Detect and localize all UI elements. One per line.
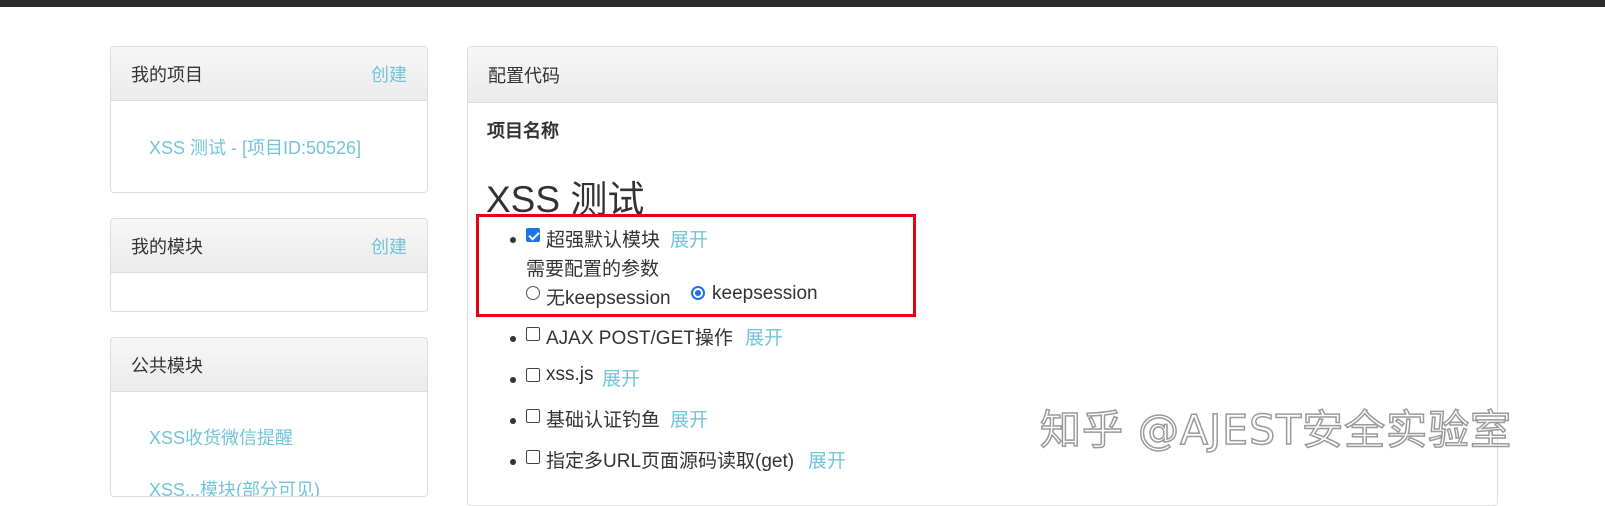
expand-link-default[interactable]: 展开 [670, 225, 708, 252]
list-bullet [510, 377, 516, 383]
module-label-default: 超强默认模块 [546, 230, 661, 251]
module-checkbox-multi-url[interactable] [526, 450, 540, 464]
module-label-xssjs: xss.js [546, 364, 594, 385]
create-module-link[interactable]: 创建 [371, 233, 407, 259]
my-projects-panel: 我的项目 创建 XSS 测试 - [项目ID:50526] [110, 46, 428, 193]
radio-label-no-keepsession: 无keepsession [546, 288, 671, 309]
module-label-ajax: AJAX POST/GET操作 [546, 328, 733, 349]
my-modules-header: 我的模块 创建 [111, 219, 427, 273]
radio-no-keepsession[interactable] [526, 286, 540, 300]
list-bullet [510, 418, 516, 424]
my-projects-header: 我的项目 创建 [111, 47, 427, 101]
top-navbar [0, 0, 1605, 7]
expand-link-multi-url[interactable]: 展开 [808, 446, 846, 473]
module-label-multi-url: 指定多URL页面源码读取(get) [546, 451, 795, 472]
public-module-link-wechat-alert[interactable]: XSS收货微信提醒 [149, 424, 389, 450]
module-checkbox-xssjs[interactable] [526, 368, 540, 382]
module-checkbox-default[interactable] [526, 228, 540, 242]
radio-label-keepsession: keepsession [712, 283, 818, 304]
params-label: 需要配置的参数 [526, 259, 660, 280]
watermark-text: 知乎 @AJEST安全实验室 [1039, 405, 1513, 455]
module-label-basic-auth: 基础认证钓鱼 [546, 410, 661, 431]
module-checkbox-basic-auth[interactable] [526, 409, 540, 423]
expand-link-ajax[interactable]: 展开 [745, 323, 783, 350]
expand-link-xssjs[interactable]: 展开 [602, 364, 640, 391]
project-name-label: 项目名称 [487, 121, 559, 141]
list-bullet [510, 459, 516, 465]
configure-code-title: 配置代码 [488, 65, 560, 86]
my-projects-title: 我的项目 [131, 64, 203, 85]
expand-link-basic-auth[interactable]: 展开 [670, 405, 708, 432]
radio-keepsession[interactable] [691, 286, 705, 300]
public-module-link-partial[interactable]: XSS...模块(部分可见) [149, 476, 389, 496]
create-project-link[interactable]: 创建 [371, 61, 407, 87]
public-modules-header: 公共模块 [111, 338, 427, 392]
my-projects-body: XSS 测试 - [项目ID:50526] [111, 101, 427, 192]
my-modules-title: 我的模块 [131, 236, 203, 257]
configure-code-header: 配置代码 [468, 47, 1497, 103]
list-bullet [510, 336, 516, 342]
list-bullet [510, 237, 516, 243]
public-modules-panel: 公共模块 XSS收货微信提醒 XSS...模块(部分可见) [110, 337, 428, 497]
project-link-xss-test[interactable]: XSS 测试 - [项目ID:50526] [149, 138, 361, 158]
public-modules-body: XSS收货微信提醒 XSS...模块(部分可见) [111, 392, 427, 496]
project-name-heading: XSS 测试 [486, 179, 645, 220]
my-modules-panel: 我的模块 创建 [110, 218, 428, 312]
public-modules-title: 公共模块 [131, 355, 203, 376]
module-checkbox-ajax[interactable] [526, 327, 540, 341]
